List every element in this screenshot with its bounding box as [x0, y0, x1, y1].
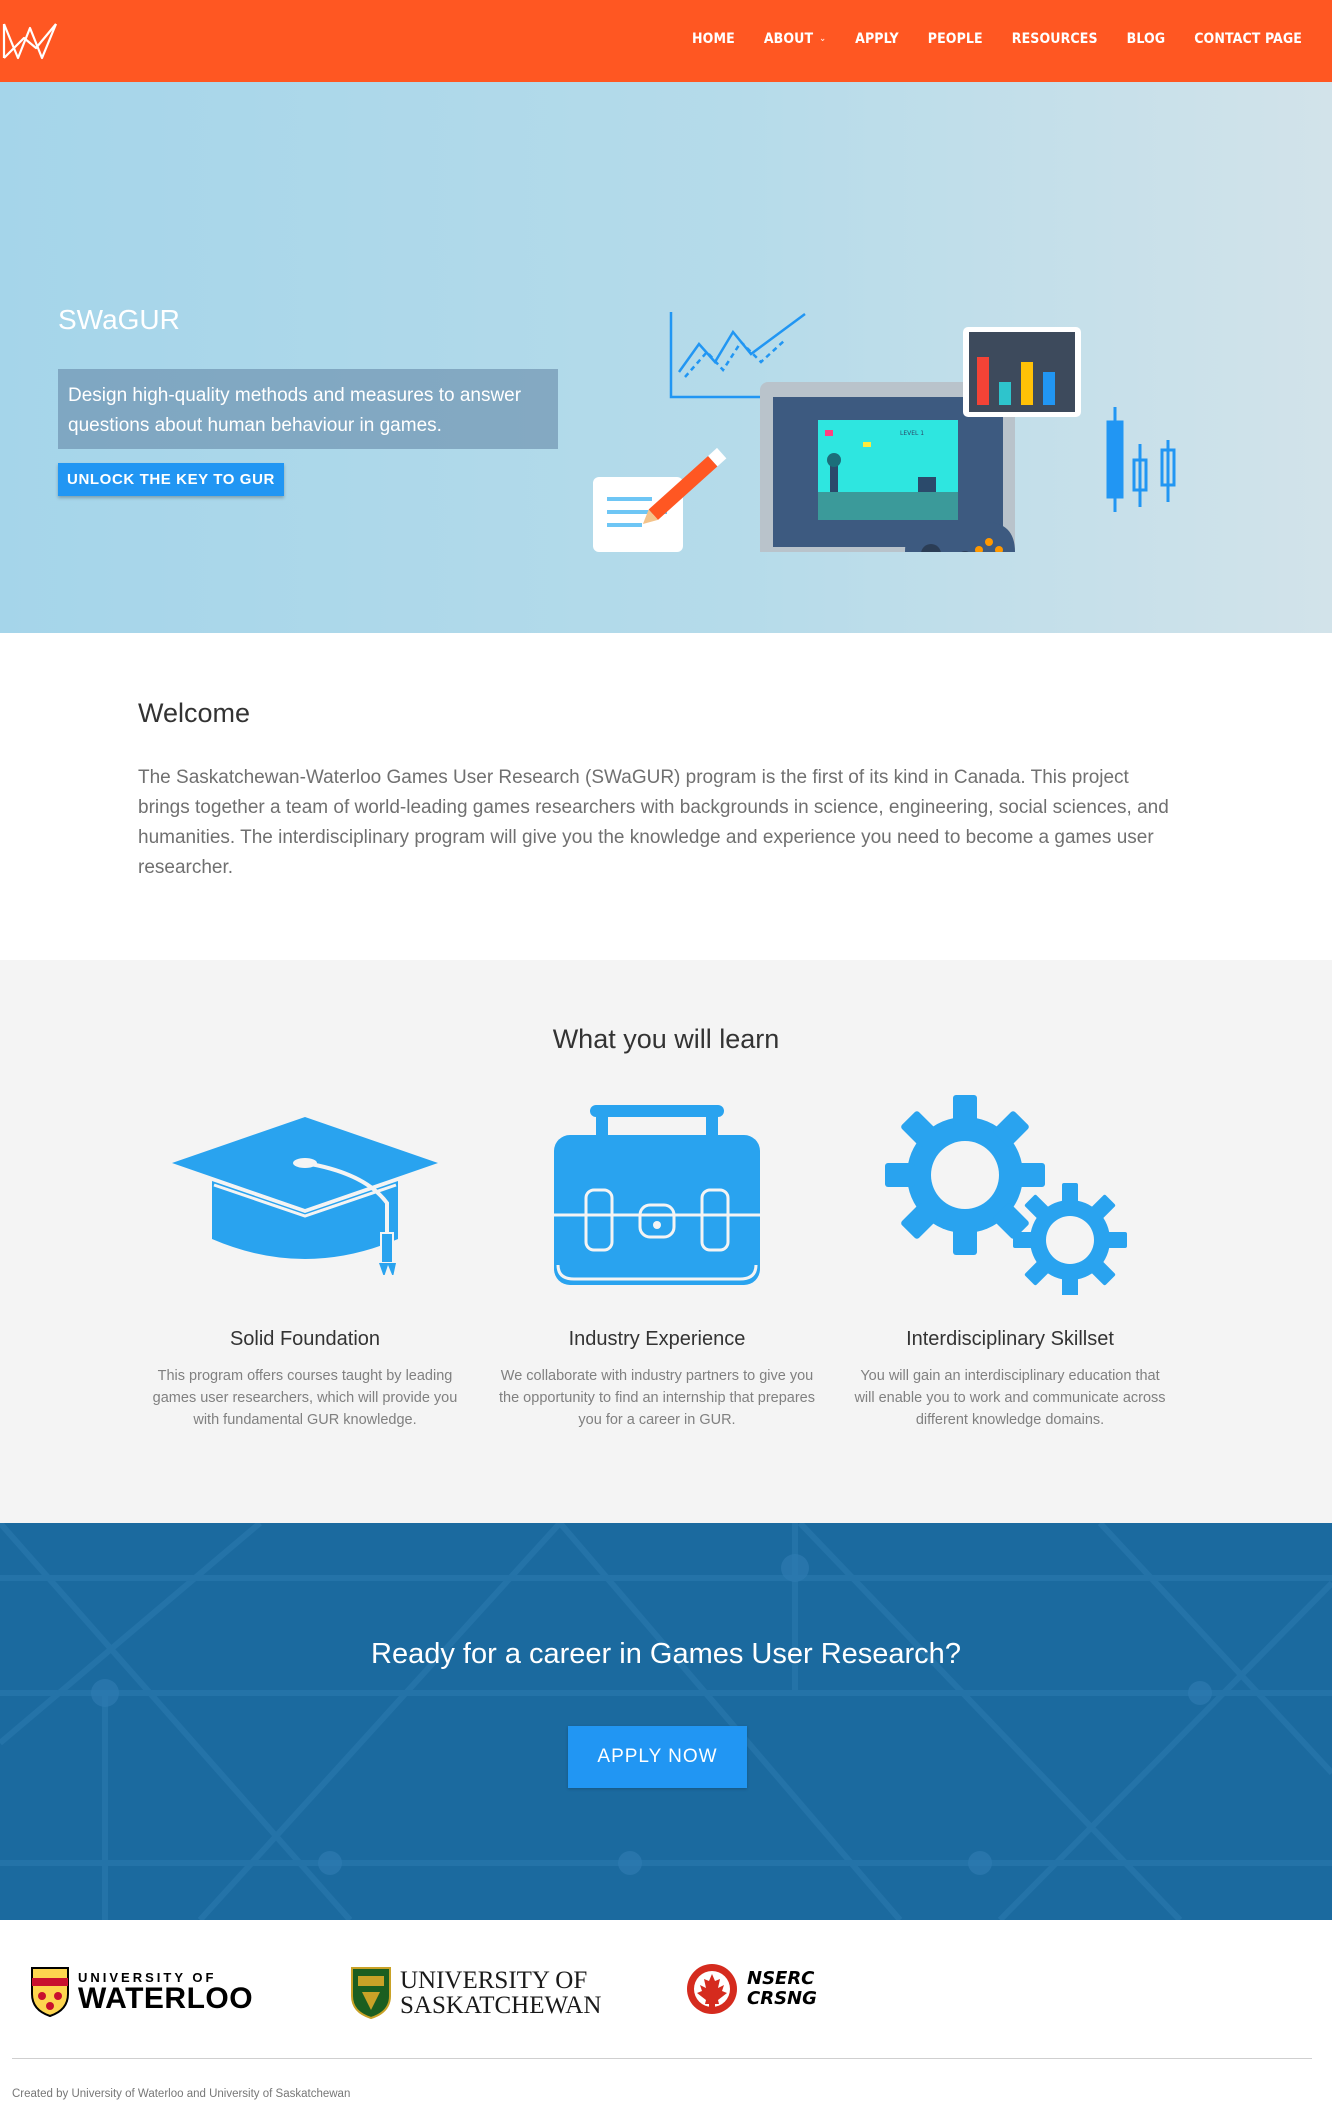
nav-resources-label: RESOURCES	[1011, 31, 1098, 47]
feature-text: This program offers courses taught by le…	[152, 1368, 458, 1428]
cta-title: Ready for a career in Games User Researc…	[371, 1638, 961, 1670]
candlestick-chart-icon	[1106, 407, 1176, 512]
nav-about[interactable]: ABOUT ⌄	[764, 31, 826, 47]
apply-now-button[interactable]: APPLY NOW	[568, 1726, 747, 1788]
nav-people[interactable]: PEOPLE	[928, 31, 983, 47]
university-of-saskatchewan-logo[interactable]: UNIVERSITY OF SASKATCHEWAN	[350, 1966, 601, 2020]
bar-chart-card-icon	[963, 327, 1081, 417]
nav-apply-label: APPLY	[855, 31, 899, 47]
university-of-waterloo-shield-icon	[31, 1967, 69, 2018]
partner-line2: SASKATCHEWAN	[400, 1992, 602, 2019]
swagur-logo-icon[interactable]	[0, 18, 60, 64]
university-of-saskatchewan-shield-icon	[351, 1967, 391, 2020]
feature-title: Industry Experience	[568, 1328, 746, 1350]
feature-solid-foundation: Solid Foundation This program offers cou…	[145, 1100, 465, 1431]
gears-icon	[850, 1095, 1170, 1295]
footer-credit: Created by University of Waterloo and Un…	[12, 2088, 351, 2100]
welcome-body: The Saskatchewan-Waterloo Games User Res…	[138, 767, 1169, 878]
briefcase-icon	[497, 1100, 817, 1290]
hero-title: SWaGUR	[58, 304, 180, 335]
nav-home[interactable]: HOME	[692, 31, 735, 47]
partner-line2: WATERLOO	[78, 1981, 254, 2015]
partner-line1: NSERC	[747, 1968, 815, 1989]
nav-resources[interactable]: RESOURCES	[1012, 31, 1098, 47]
speech-bubble-icon	[593, 477, 683, 552]
partner-line1: UNIVERSITY OF	[400, 1967, 588, 1994]
nav-blog[interactable]: BLOG	[1127, 31, 1166, 47]
gamepad-icon	[905, 522, 1015, 552]
feature-industry-experience: Industry Experience We collaborate with …	[497, 1100, 817, 1431]
nav-people-label: PEOPLE	[927, 31, 983, 47]
chevron-down-icon: ⌄	[819, 34, 827, 44]
nserc-maple-leaf-icon	[687, 1964, 737, 2014]
nav-apply[interactable]: APPLY	[855, 31, 899, 47]
welcome-title: Welcome	[138, 698, 251, 728]
nav-about-label: ABOUT	[763, 31, 814, 47]
nav-home-label: HOME	[692, 31, 735, 47]
hero-banner: SWaGUR Design high-quality methods and m…	[0, 82, 1332, 633]
feature-text: You will gain an interdisciplinary educa…	[854, 1368, 1166, 1428]
feature-text: We collaborate with industry partners to…	[499, 1368, 815, 1428]
games-research-workstation-illustration: LEVEL 1	[593, 312, 1176, 552]
what-you-will-learn-section: What you will learn Solid Foundation Thi…	[0, 960, 1332, 1523]
welcome-section: Welcome The Saskatchewan-Waterloo Games …	[0, 633, 1332, 960]
game-hud-label: LEVEL 1	[900, 430, 924, 437]
nav-contact-page[interactable]: CONTACT PAGE	[1194, 31, 1302, 47]
footer-divider	[12, 2058, 1312, 2059]
feature-interdisciplinary-skillset: Interdisciplinary Skillset You will gain…	[850, 1095, 1170, 1431]
hero-tagline: Design high-quality methods and measures…	[58, 369, 558, 449]
nav-blog-label: BLOG	[1126, 31, 1166, 47]
graduation-cap-icon	[145, 1100, 465, 1290]
university-of-waterloo-logo[interactable]: UNIVERSITY OF WATERLOO	[30, 1966, 253, 2018]
main-menu: HOME ABOUT ⌄ APPLY PEOPLE RESOURCES BLOG …	[663, 0, 1302, 78]
network-pattern-background	[0, 1523, 1332, 1920]
call-to-action-section: Ready for a career in Games User Researc…	[0, 1523, 1332, 1920]
feature-title: Interdisciplinary Skillset	[906, 1328, 1114, 1350]
footer: UNIVERSITY OF WATERLOO UNIVERSITY OF SAS…	[0, 1920, 1332, 2118]
unlock-key-button[interactable]: UNLOCK THE KEY TO GUR	[58, 463, 284, 496]
top-navigation-bar: HOME ABOUT ⌄ APPLY PEOPLE RESOURCES BLOG …	[0, 0, 1332, 82]
learn-title: What you will learn	[552, 1024, 780, 1054]
nav-contact-page-label: CONTACT PAGE	[1194, 31, 1302, 47]
partner-line2: CRSNG	[747, 1988, 817, 2009]
nserc-crsng-logo[interactable]: NSERC CRSNG	[685, 1962, 817, 2016]
feature-title: Solid Foundation	[229, 1328, 381, 1350]
